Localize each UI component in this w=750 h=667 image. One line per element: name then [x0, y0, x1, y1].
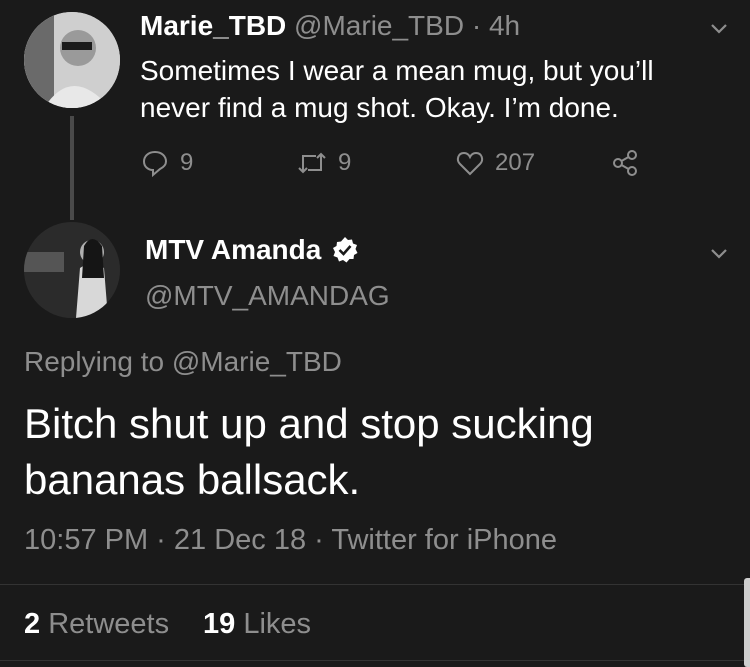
- retweets-label: Retweets: [48, 608, 170, 640]
- thread-connector: [70, 116, 74, 220]
- scrollbar[interactable]: [744, 578, 750, 667]
- retweets-stat[interactable]: 2 Retweets: [24, 608, 169, 641]
- reply-icon: [142, 150, 168, 178]
- likes-stat[interactable]: 19 Likes: [203, 608, 311, 641]
- likes-label: Likes: [243, 608, 312, 640]
- reply-count: 9: [180, 149, 194, 176]
- avatar-mtv-amanda[interactable]: [24, 222, 120, 318]
- chevron-down-icon[interactable]: [708, 17, 730, 39]
- verified-badge-icon: [333, 237, 358, 263]
- like-button[interactable]: 207: [455, 148, 535, 178]
- parent-display-name[interactable]: Marie_TBD: [140, 10, 286, 41]
- heart-icon: [456, 151, 484, 176]
- tweet-text-line1: Bitch shut up and stop sucking: [24, 400, 594, 447]
- divider: [0, 584, 750, 585]
- like-count: 207: [495, 149, 536, 176]
- parent-handle-time[interactable]: @Marie_TBD · 4h: [294, 10, 520, 41]
- parent-tweet-text-line2: never find a mug shot. Okay. I’m done.: [140, 92, 619, 123]
- retweet-button[interactable]: 9: [296, 148, 351, 178]
- reply-button[interactable]: 9: [140, 148, 193, 178]
- share-button[interactable]: [610, 148, 640, 183]
- tweet-meta: 10:57 PM · 21 Dec 18 · Twitter for iPhon…: [24, 524, 558, 556]
- avatar-marie[interactable]: [24, 12, 120, 108]
- divider: [0, 660, 750, 661]
- chevron-down-icon[interactable]: [708, 242, 730, 264]
- likes-count: 19: [203, 608, 236, 640]
- share-icon: [613, 150, 637, 176]
- replying-to[interactable]: Replying to @Marie_TBD: [24, 346, 342, 378]
- tweet-text-line2: bananas ballsack.: [24, 456, 361, 503]
- retweet-icon: [298, 152, 326, 174]
- retweets-count: 2: [24, 608, 41, 640]
- author-handle[interactable]: @MTV_AMANDAG: [145, 280, 390, 312]
- retweet-count: 9: [338, 149, 352, 176]
- parent-tweet-text-line1: Sometimes I wear a mean mug, but you’ll: [140, 55, 654, 86]
- author-display-name[interactable]: MTV Amanda: [145, 234, 321, 266]
